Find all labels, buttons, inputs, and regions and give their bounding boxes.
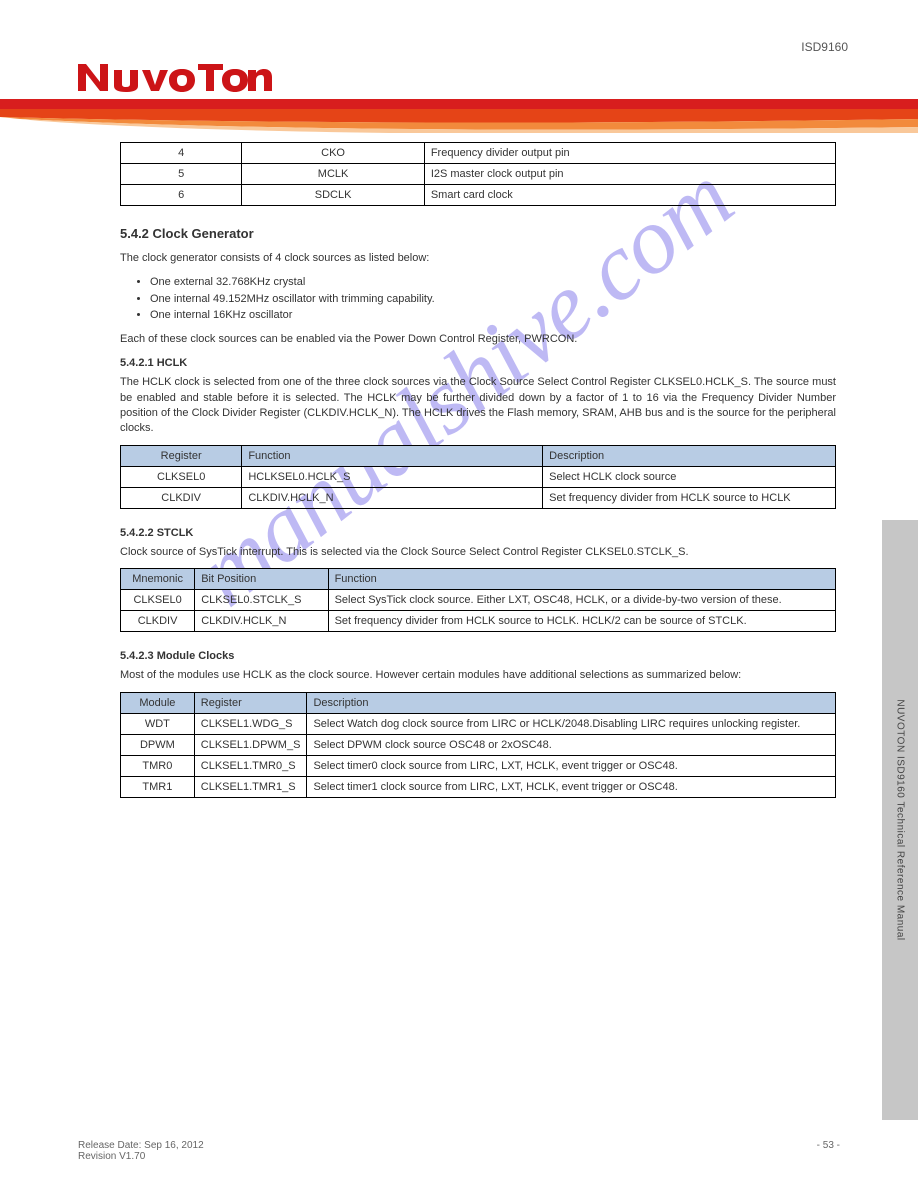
release-date: Release Date: Sep 16, 2012 bbox=[78, 1140, 204, 1151]
table-row: 6SDCLKSmart card clock bbox=[121, 185, 836, 206]
cell: SDCLK bbox=[242, 185, 425, 206]
cell: 6 bbox=[121, 185, 242, 206]
cell: I2S master clock output pin bbox=[424, 164, 835, 185]
cell: CLKSEL0 bbox=[121, 466, 242, 487]
cell: Frequency divider output pin bbox=[424, 143, 835, 164]
subheading: 5.4.2.3 Module Clocks bbox=[120, 650, 836, 662]
hclk-table: Register Function Description CLKSEL0HCL… bbox=[120, 445, 836, 509]
footer: Release Date: Sep 16, 2012 Revision V1.7… bbox=[78, 1140, 840, 1162]
cell: TMR0 bbox=[121, 755, 195, 776]
pin-table: 4CKOFrequency divider output pin5MCLKI2S… bbox=[120, 142, 836, 206]
list-item: One internal 49.152MHz oscillator with t… bbox=[150, 291, 836, 308]
cell: CLKSEL0.STCLK_S bbox=[195, 590, 328, 611]
list-item: One internal 16KHz oscillator bbox=[150, 307, 836, 324]
th: Function bbox=[328, 569, 835, 590]
cell: CLKDIV.HCLK_N bbox=[242, 487, 543, 508]
table-row: 5MCLKI2S master clock output pin bbox=[121, 164, 836, 185]
list-item: One external 32.768KHz crystal bbox=[150, 274, 836, 291]
page-number: - 53 - bbox=[817, 1140, 840, 1162]
cell: WDT bbox=[121, 713, 195, 734]
th: Mnemonic bbox=[121, 569, 195, 590]
table-row: 4CKOFrequency divider output pin bbox=[121, 143, 836, 164]
cell: 4 bbox=[121, 143, 242, 164]
para: Each of these clock sources can be enabl… bbox=[120, 332, 836, 347]
cell: Set frequency divider from HCLK source t… bbox=[328, 611, 835, 632]
para: Most of the modules use HCLK as the cloc… bbox=[120, 668, 836, 683]
cell: Select HCLK clock source bbox=[543, 466, 836, 487]
th: Module bbox=[121, 692, 195, 713]
brand-logo bbox=[78, 58, 273, 99]
cell: Select timer1 clock source from LIRC, LX… bbox=[307, 776, 836, 797]
table-row: CLKDIVCLKDIV.HCLK_NSet frequency divider… bbox=[121, 487, 836, 508]
cell: 5 bbox=[121, 164, 242, 185]
th: Bit Position bbox=[195, 569, 328, 590]
cell: CLKDIV.HCLK_N bbox=[195, 611, 328, 632]
table-row: TMR1CLKSEL1.TMR1_SSelect timer1 clock so… bbox=[121, 776, 836, 797]
th: Description bbox=[543, 445, 836, 466]
cell: CKO bbox=[242, 143, 425, 164]
revision: Revision V1.70 bbox=[78, 1151, 145, 1162]
table-row: WDTCLKSEL1.WDG_SSelect Watch dog clock s… bbox=[121, 713, 836, 734]
para: The clock generator consists of 4 clock … bbox=[120, 251, 836, 266]
cell: HCLKSEL0.HCLK_S bbox=[242, 466, 543, 487]
table-row: TMR0CLKSEL1.TMR0_SSelect timer0 clock so… bbox=[121, 755, 836, 776]
cell: CLKSEL1.WDG_S bbox=[194, 713, 307, 734]
table-row: DPWMCLKSEL1.DPWM_SSelect DPWM clock sour… bbox=[121, 734, 836, 755]
table-row: CLKSEL0CLKSEL0.STCLK_SSelect SysTick clo… bbox=[121, 590, 836, 611]
subheading: 5.4.2.1 HCLK bbox=[120, 357, 836, 369]
th: Register bbox=[194, 692, 307, 713]
cell: Smart card clock bbox=[424, 185, 835, 206]
cell: MCLK bbox=[242, 164, 425, 185]
cell: CLKSEL0 bbox=[121, 590, 195, 611]
para: The HCLK clock is selected from one of t… bbox=[120, 375, 836, 437]
table-row: CLKSEL0HCLKSEL0.HCLK_SSelect HCLK clock … bbox=[121, 466, 836, 487]
th: Register bbox=[121, 445, 242, 466]
cell: Set frequency divider from HCLK source t… bbox=[543, 487, 836, 508]
table-row: CLKDIVCLKDIV.HCLK_NSet frequency divider… bbox=[121, 611, 836, 632]
side-tab-label: NUVOTON ISD9160 Technical Reference Manu… bbox=[895, 699, 906, 940]
section-heading: 5.4.2 Clock Generator bbox=[120, 226, 836, 241]
cell: CLKSEL1.TMR1_S bbox=[194, 776, 307, 797]
cell: Select timer0 clock source from LIRC, LX… bbox=[307, 755, 836, 776]
subheading: 5.4.2.2 STCLK bbox=[120, 527, 836, 539]
cell: DPWM bbox=[121, 734, 195, 755]
cell: CLKDIV bbox=[121, 487, 242, 508]
cell: Select DPWM clock source OSC48 or 2xOSC4… bbox=[307, 734, 836, 755]
para: Clock source of SysTick interrupt. This … bbox=[120, 545, 836, 560]
header-banner bbox=[0, 99, 918, 133]
doc-id: ISD9160 bbox=[801, 40, 848, 54]
th: Description bbox=[307, 692, 836, 713]
cell: Select Watch dog clock source from LIRC … bbox=[307, 713, 836, 734]
cell: CLKSEL1.TMR0_S bbox=[194, 755, 307, 776]
th: Function bbox=[242, 445, 543, 466]
cell: TMR1 bbox=[121, 776, 195, 797]
stclk-table: Mnemonic Bit Position Function CLKSEL0CL… bbox=[120, 568, 836, 632]
module-table: Module Register Description WDTCLKSEL1.W… bbox=[120, 692, 836, 798]
cell: CLKDIV bbox=[121, 611, 195, 632]
cell: CLKSEL1.DPWM_S bbox=[194, 734, 307, 755]
cell: Select SysTick clock source. Either LXT,… bbox=[328, 590, 835, 611]
side-tab: NUVOTON ISD9160 Technical Reference Manu… bbox=[882, 520, 918, 1120]
bullet-list: One external 32.768KHz crystalOne intern… bbox=[150, 274, 836, 324]
